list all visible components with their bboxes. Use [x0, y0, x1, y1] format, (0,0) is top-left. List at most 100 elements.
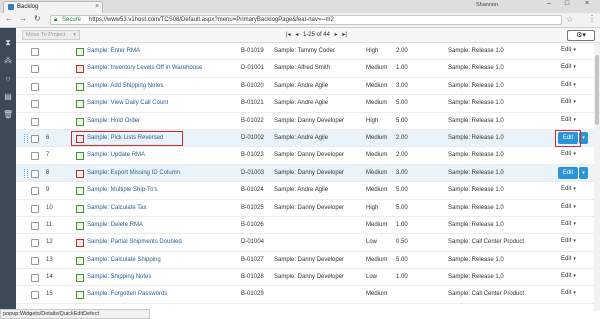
minimize-icon[interactable]: –: [542, 0, 556, 10]
row-title-link[interactable]: Sample: Delete RMA: [87, 222, 143, 228]
row-estimate: 5.00: [396, 117, 408, 124]
table-row[interactable]: 15 Sample: Forgotten Passwords B-01029 Medi…: [16, 286, 594, 304]
row-edit-dropdown-icon[interactable]: ▾: [579, 166, 588, 179]
network-icon[interactable]: ⁂: [3, 56, 13, 66]
row-title-link[interactable]: Sample: Calculate Tax: [87, 205, 147, 211]
row-checkbox[interactable]: [31, 291, 39, 300]
window-user-label: Shannon: [476, 2, 499, 8]
row-title-link[interactable]: Sample: Multiple Ship-To's: [87, 187, 158, 193]
row-edit-button[interactable]: Edit ▾: [561, 273, 576, 279]
row-title-link[interactable]: Sample: View Daily Call Count: [87, 100, 168, 106]
row-title-link[interactable]: Sample: Add Shipping Notes: [87, 83, 163, 89]
row-checkbox[interactable]: [31, 187, 39, 196]
drag-handle[interactable]: [24, 168, 28, 178]
row-checkbox[interactable]: [31, 204, 39, 213]
row-checkbox[interactable]: [31, 82, 39, 91]
row-edit-button[interactable]: Edit ▾: [561, 238, 576, 244]
table-row[interactable]: 6 Sample: Pick Lists Reversed D-01002 Sampl…: [16, 129, 594, 148]
row-edit-button[interactable]: Edit ▾: [561, 186, 576, 192]
first-page-icon[interactable]: |◂: [286, 32, 291, 38]
row-title-link[interactable]: Sample: Shipping Notes: [87, 274, 151, 280]
row-owner: Sample: Danny Developer: [274, 274, 345, 281]
row-checkbox[interactable]: [31, 152, 39, 161]
row-owner: Sample: Danny Developer: [274, 117, 345, 124]
row-estimate: 1.00: [396, 221, 408, 228]
window-close-icon[interactable]: ×: [580, 0, 594, 10]
table-row[interactable]: Sample: Inventory Levels Off in Warehous…: [16, 60, 594, 78]
row-estimate: 2.00: [396, 134, 408, 141]
row-edit-button[interactable]: Edit ▾: [561, 82, 576, 88]
browser-tab[interactable]: Backlog ×: [3, 1, 103, 13]
row-edit-button[interactable]: Edit ▾: [561, 256, 576, 262]
row-edit-button[interactable]: Edit ▾: [561, 290, 576, 296]
row-edit-button[interactable]: Edit ▾: [561, 221, 576, 227]
row-checkbox[interactable]: [31, 274, 39, 283]
row-title-link[interactable]: Sample: Update RMA: [87, 152, 145, 158]
table-row[interactable]: 9 Sample: Multiple Ship-To's B-01024 Sample…: [16, 182, 594, 200]
prev-page-icon[interactable]: ◂: [295, 32, 298, 38]
url-input[interactable]: 🔒︎ Secure https://www53.v1host.com/TCS08…: [50, 15, 562, 25]
trash-icon[interactable]: 🗑︎: [3, 110, 13, 120]
row-edit-button[interactable]: Edit: [558, 166, 578, 179]
row-edit-button[interactable]: Edit ▾: [561, 117, 576, 123]
last-page-icon[interactable]: ▸|: [342, 32, 347, 38]
table-row[interactable]: 7 Sample: Update RMA B-01023 Sample: Danny …: [16, 147, 594, 165]
row-owner: Sample: Alfred Smith: [274, 65, 331, 72]
row-checkbox[interactable]: [31, 169, 39, 178]
conversation-icon[interactable]: ○: [3, 74, 13, 84]
row-edit-button[interactable]: Edit ▾: [561, 47, 576, 53]
bookmark-star-icon[interactable]: ☆: [566, 15, 573, 24]
tab-close-icon[interactable]: ×: [95, 3, 99, 10]
row-title-link[interactable]: Sample: Enter RMA: [87, 48, 140, 54]
drag-handle[interactable]: [24, 133, 28, 143]
row-checkbox[interactable]: [31, 256, 39, 265]
row-checkbox[interactable]: [31, 239, 39, 248]
row-checkbox[interactable]: [31, 65, 39, 74]
table-row[interactable]: Sample: Hold Order B-01022 Sample: Danny D…: [16, 113, 594, 130]
message-icon[interactable]: ▤: [3, 92, 13, 102]
table-row[interactable]: Sample: Add Shipping Notes B-01020 Sample:…: [16, 78, 594, 96]
chevron-down-icon: ▾: [573, 220, 576, 227]
row-edit-button[interactable]: Edit ▾: [561, 204, 576, 210]
row-title-link[interactable]: Sample: Forgotten Passwords: [87, 291, 167, 297]
table-row[interactable]: 8 Sample: Export Missing ID Column D-01003…: [16, 164, 594, 183]
table-row[interactable]: 13 Sample: Calculate Shipping B-01027 Sampl…: [16, 252, 594, 270]
table-row[interactable]: 14 Sample: Shipping Notes B-01028 Sample: D…: [16, 269, 594, 287]
grid-settings-button[interactable]: ⚙︎▾: [567, 30, 595, 41]
row-edit-button[interactable]: Edit ▾: [561, 99, 576, 105]
row-project: Sample: Release 1.0: [448, 48, 504, 54]
table-row[interactable]: 12 Sample: Partial Shipments Doubled D-010…: [16, 234, 594, 252]
next-page-icon[interactable]: ▸: [335, 32, 338, 38]
row-title-link[interactable]: Sample: Export Missing ID Column: [87, 170, 180, 176]
row-title-link[interactable]: Sample: Partial Shipments Doubled: [87, 239, 182, 245]
row-edit-button[interactable]: Edit ▾: [561, 151, 576, 157]
row-checkbox[interactable]: [31, 221, 39, 230]
row-owner: Sample: Danny Developer: [274, 169, 345, 176]
row-title-link[interactable]: Sample: Calculate Shipping: [87, 257, 161, 263]
row-priority: High: [366, 204, 379, 211]
row-checkbox[interactable]: [31, 100, 39, 109]
table-row[interactable]: 10 Sample: Calculate Tax B-01025 Sample: Da…: [16, 200, 594, 217]
table-row[interactable]: 11 Sample: Delete RMA B-01026 Medium 1.00 Sam…: [16, 217, 594, 235]
row-checkbox[interactable]: [31, 134, 39, 143]
row-title-link[interactable]: Sample: Hold Order: [87, 118, 140, 124]
row-title-link[interactable]: Sample: Inventory Levels Off in Warehous…: [87, 65, 202, 71]
row-rank: 9: [46, 187, 50, 194]
move-to-project-button[interactable]: Move To Project ▾: [22, 30, 80, 40]
maximize-icon[interactable]: □: [560, 0, 574, 10]
back-icon[interactable]: ←: [5, 14, 13, 23]
browser-menu-icon[interactable]: ⋮: [588, 14, 596, 23]
row-owner: Sample: Danny Developer: [274, 152, 345, 159]
hourglass-icon[interactable]: ⧗: [3, 38, 13, 48]
reload-icon[interactable]: ↻: [34, 14, 41, 23]
vertical-scrollbar[interactable]: [594, 43, 600, 311]
forward-icon[interactable]: →: [19, 14, 27, 23]
scrollbar-thumb[interactable]: [595, 55, 599, 125]
row-id: B-01022: [241, 117, 264, 124]
row-checkbox[interactable]: [31, 117, 39, 126]
row-checkbox[interactable]: [31, 48, 39, 56]
row-owner: Sample: Danny Developer: [274, 204, 345, 211]
table-row[interactable]: Sample: View Daily Call Count B-01021 Samp…: [16, 95, 594, 113]
row-edit-button[interactable]: Edit ▾: [561, 64, 576, 70]
table-row[interactable]: Sample: Enter RMA B-01019 Sample: Tammy Co…: [16, 43, 594, 61]
